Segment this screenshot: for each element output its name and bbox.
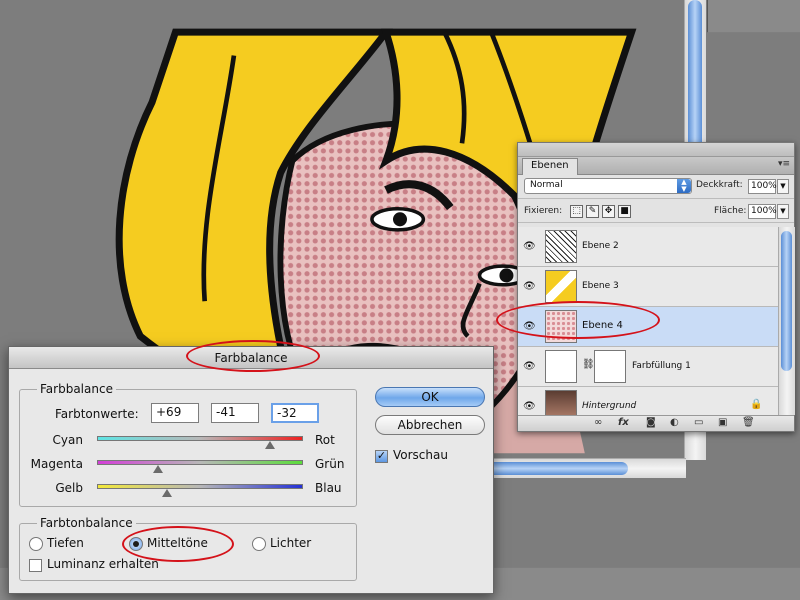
radio-shadows[interactable]	[29, 537, 43, 551]
fill-dropdown-arrow[interactable]: ▼	[777, 204, 789, 219]
visibility-eye-icon[interactable]: 👁	[523, 281, 536, 292]
layers-footer-toolbar: ∞ fx ◙ ◐ ▭ ▣ 🗑	[518, 415, 794, 431]
layer-row[interactable]: 👁 Ebene 2	[518, 227, 778, 267]
slider-label-blue: Blau	[315, 481, 342, 495]
preview-checkbox[interactable]: ✓	[375, 450, 388, 463]
radio-highlights-label: Lichter	[270, 536, 312, 550]
lock-transparent-icon[interactable]: ⬚	[570, 205, 583, 218]
slider-label-magenta: Magenta	[30, 457, 83, 471]
blend-mode-select[interactable]: Normal ▲ ▼	[524, 178, 692, 194]
layer-thumbnail	[545, 270, 577, 303]
preserve-luminosity-checkbox[interactable]	[29, 559, 42, 572]
layers-panel-tabbar: Ebenen ▾≡	[518, 157, 794, 175]
slider-label-yellow: Gelb	[55, 481, 83, 495]
visibility-eye-icon[interactable]: 👁	[523, 361, 536, 372]
new-group-icon[interactable]: ▭	[694, 417, 703, 428]
lock-row: Fixieren: ⬚ ✎ ✥ ■ Fläche: 100% ▼	[518, 199, 794, 223]
blend-mode-value: Normal	[530, 180, 563, 190]
cancel-button[interactable]: Abbrechen	[375, 415, 485, 435]
lock-pixels-icon[interactable]: ✎	[586, 205, 599, 218]
magenta-green-slider[interactable]	[97, 460, 303, 465]
cyan-red-field[interactable]: +69	[151, 403, 199, 423]
layer-thumbnail	[545, 350, 577, 383]
tab-layers[interactable]: Ebenen	[522, 158, 578, 175]
layer-row[interactable]: 👁 ⛓ Farbfüllung 1	[518, 347, 778, 387]
layer-thumbnail	[545, 230, 577, 263]
lock-position-icon[interactable]: ✥	[602, 205, 615, 218]
layers-panel: Ebenen ▾≡ Normal ▲ ▼ Deckkraft: 100% ▼ Fi…	[517, 142, 795, 432]
new-layer-icon[interactable]: ▣	[718, 417, 727, 428]
lock-icon: 🔒	[750, 399, 763, 410]
radio-shadows-label: Tiefen	[47, 536, 84, 550]
trash-icon[interactable]: 🗑	[742, 417, 755, 428]
magenta-green-slider-thumb[interactable]	[153, 465, 163, 473]
yellow-blue-slider-thumb[interactable]	[162, 489, 172, 497]
annotation-ellipse-title	[186, 340, 320, 372]
layer-name: Ebene 2	[582, 241, 619, 251]
lock-all-icon[interactable]: ■	[618, 205, 631, 218]
preview-label: Vorschau	[393, 448, 448, 462]
color-balance-group-title: Farbbalance	[37, 382, 116, 396]
lock-label: Fixieren:	[524, 206, 563, 216]
annotation-ellipse-midtones	[122, 526, 234, 562]
radio-highlights[interactable]	[252, 537, 266, 551]
yellow-blue-slider[interactable]	[97, 484, 303, 489]
adjustment-layer-icon[interactable]: ◐	[670, 417, 679, 428]
blend-row: Normal ▲ ▼ Deckkraft: 100% ▼	[518, 175, 794, 199]
fill-label: Fläche:	[714, 206, 747, 216]
slider-label-green: Grün	[315, 457, 345, 471]
link-layers-icon[interactable]: ∞	[594, 417, 602, 428]
preserve-luminosity-label: Luminanz erhalten	[47, 557, 159, 571]
link-chain-icon: ⛓	[582, 359, 595, 370]
fill-field[interactable]: 100%	[748, 204, 777, 219]
panel-menu-icon[interactable]: ▾≡	[778, 159, 790, 169]
layers-panel-titlebar[interactable]	[518, 143, 794, 157]
ok-button[interactable]: OK	[375, 387, 485, 407]
layer-mask-thumbnail	[594, 350, 626, 383]
layer-list-scroll-thumb[interactable]	[781, 231, 792, 371]
visibility-eye-icon[interactable]: 👁	[523, 401, 536, 412]
layer-style-fx-icon[interactable]: fx	[618, 417, 629, 428]
annotation-ellipse-layer	[496, 301, 660, 339]
opacity-dropdown-arrow[interactable]: ▼	[777, 179, 789, 194]
tone-balance-group-title: Farbtonbalance	[37, 516, 136, 530]
slider-label-cyan: Cyan	[52, 433, 83, 447]
slider-label-red: Rot	[315, 433, 335, 447]
cyan-red-slider-thumb[interactable]	[265, 441, 275, 449]
add-mask-icon[interactable]: ◙	[646, 417, 656, 428]
opacity-field[interactable]: 100%	[748, 179, 777, 194]
layer-name: Hintergrund	[582, 401, 637, 411]
layer-name: Farbfüllung 1	[632, 361, 691, 371]
yellow-blue-field[interactable]: -32	[271, 403, 319, 423]
updown-arrows-icon: ▲ ▼	[677, 179, 691, 193]
document-vertical-scroll-thumb[interactable]	[688, 0, 702, 150]
color-balance-dialog: Farbbalance Farbbalance Farbtonwerte: +6…	[8, 346, 494, 594]
magenta-green-field[interactable]: -41	[211, 403, 259, 423]
opacity-label: Deckkraft:	[696, 180, 743, 190]
tone-values-label: Farbtonwerte:	[55, 407, 139, 421]
document-horizontal-scroll-thumb[interactable]	[480, 462, 628, 475]
layer-name: Ebene 3	[582, 281, 619, 291]
visibility-eye-icon[interactable]: 👁	[523, 241, 536, 252]
